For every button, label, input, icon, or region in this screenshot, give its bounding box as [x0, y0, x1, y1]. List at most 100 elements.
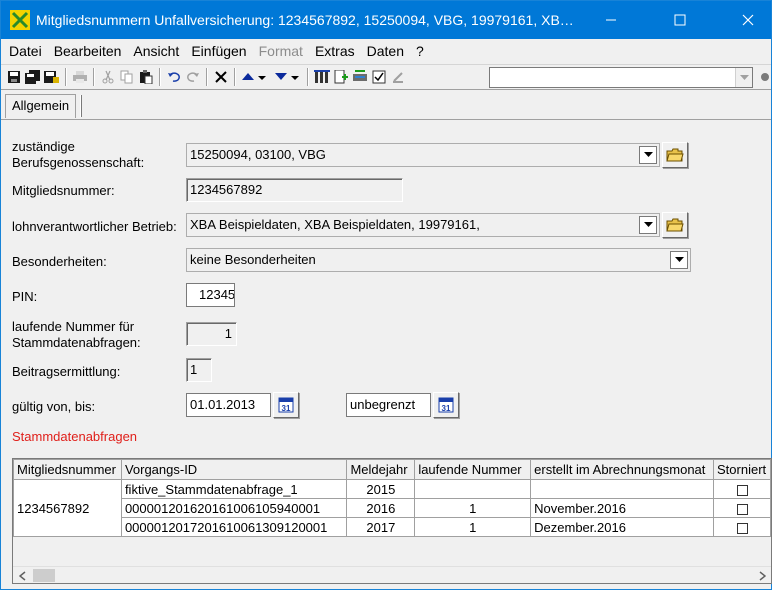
- toolbar-combobox-dropdown[interactable]: [735, 68, 752, 87]
- berufsgenossenschaft-value: 15250094, 03100, VBG: [190, 147, 326, 162]
- berufsgenossenschaft-dropdown[interactable]: [639, 146, 657, 164]
- mitgliedsnummer-label: Mitgliedsnummer:: [12, 183, 115, 198]
- save-all-button[interactable]: [23, 67, 42, 87]
- undo-button[interactable]: [164, 67, 183, 87]
- title-bar: Mitgliedsnummern Unfallversicherung: 123…: [1, 1, 771, 39]
- gueltig-von-calendar-button[interactable]: 31: [273, 392, 299, 418]
- menu-daten[interactable]: Daten: [361, 40, 410, 62]
- storniert-checkbox[interactable]: [736, 522, 748, 534]
- gueltig-bis-calendar-button[interactable]: 31: [433, 392, 459, 418]
- menu-einfuegen[interactable]: Einfügen: [185, 40, 252, 62]
- sign-button[interactable]: [388, 67, 407, 87]
- column-header-laufende-nummer[interactable]: laufende Nummer: [414, 459, 532, 480]
- storniert-checkbox[interactable]: [736, 484, 748, 496]
- cell-meldejahr[interactable]: 2016: [346, 498, 416, 518]
- cell-abrechnungsmonat[interactable]: [530, 479, 714, 499]
- toolbar-combobox[interactable]: [489, 67, 753, 88]
- table-row[interactable]: 000001201720161006130912000​1 2017 1 Dez…: [14, 517, 771, 537]
- scroll-right-button[interactable]: [755, 569, 769, 582]
- berufsgenossenschaft-browse-button[interactable]: [662, 142, 688, 168]
- check-button[interactable]: [369, 67, 388, 87]
- cell-meldejahr[interactable]: 2017: [346, 517, 416, 537]
- minimize-button[interactable]: [588, 1, 634, 39]
- send-button[interactable]: [350, 67, 369, 87]
- horizontal-scrollbar[interactable]: [13, 566, 771, 583]
- menu-datei[interactable]: Datei: [3, 40, 48, 62]
- column-header-storniert[interactable]: Storniert: [713, 459, 771, 480]
- stammdatenabfragen-title: Stammdatenabfragen: [12, 429, 138, 444]
- save-close-button[interactable]: [42, 67, 61, 87]
- paste-button[interactable]: [136, 67, 155, 87]
- pin-value: 12345: [199, 287, 235, 302]
- scroll-thumb[interactable]: [33, 569, 55, 582]
- besonderheiten-label: Besonderheiten:: [12, 254, 107, 269]
- storniert-checkbox[interactable]: [736, 503, 748, 515]
- gueltig-label: gültig von, bis:: [12, 399, 96, 414]
- next-record-button[interactable]: [269, 67, 303, 87]
- betrieb-dropdown[interactable]: [639, 216, 657, 234]
- previous-record-button[interactable]: [239, 67, 269, 87]
- toolbar-grip[interactable]: [761, 73, 769, 81]
- gueltig-von-input[interactable]: 01.01.2013: [186, 393, 271, 417]
- archive-button[interactable]: [312, 67, 331, 87]
- menu-bearbeiten[interactable]: Bearbeiten: [48, 40, 128, 62]
- scroll-left-button[interactable]: [15, 569, 29, 582]
- menu-ansicht[interactable]: Ansicht: [127, 40, 185, 62]
- toolbar-separator: [234, 68, 235, 86]
- berufsgenossenschaft-select[interactable]: 15250094, 03100, VBG: [186, 143, 660, 167]
- gueltig-bis-input[interactable]: unbegrenzt: [346, 393, 431, 417]
- table-row[interactable]: 1234567892 fiktive_Stammdatenabfrage_1 2…: [13, 479, 771, 537]
- save-close-icon: [43, 71, 59, 83]
- table-row[interactable]: 000001201620161006105940001 2016 1 Novem…: [14, 498, 771, 518]
- cell-vorgangs-id[interactable]: 000001201720161006130912000​1: [120, 517, 348, 537]
- new-document-button[interactable]: [331, 67, 350, 87]
- menu-format[interactable]: Format: [253, 40, 309, 62]
- cell-laufende-nummer[interactable]: 1: [414, 517, 532, 537]
- cell-vorgangs-id[interactable]: fiktive_Stammdatenabfrage_1: [120, 479, 348, 499]
- delete-button[interactable]: [211, 67, 230, 87]
- column-header-meldejahr[interactable]: Meldejahr: [346, 459, 416, 480]
- tab-allgemein[interactable]: Allgemein: [5, 94, 77, 118]
- cell-laufende-nummer[interactable]: [414, 479, 532, 499]
- minimize-icon: [606, 19, 616, 21]
- close-icon: [742, 14, 754, 26]
- cell-mitgliedsnummer[interactable]: 1234567892: [13, 479, 122, 537]
- columns-icon: [313, 70, 330, 83]
- cell-meldejahr[interactable]: 2015: [346, 479, 416, 499]
- tab-separator: [80, 95, 82, 117]
- cell-storniert: [713, 498, 771, 518]
- betrieb-select[interactable]: XBA Beispieldaten, XBA Beispieldaten, 19…: [186, 213, 660, 237]
- column-header-abrechnungsmonat[interactable]: erstellt im Abrechnungsmonat: [530, 459, 714, 480]
- grid-header-row: Mitgliedsnummer Vorgangs-ID Meldejahr la…: [13, 459, 771, 480]
- drive-icon: [352, 70, 367, 81]
- tab-strip: Allgemein: [1, 91, 771, 119]
- cut-button[interactable]: [98, 67, 117, 87]
- berufsgenossenschaft-label: zuständige Berufsgenossenschaft:: [12, 139, 144, 171]
- beitragsermittlung-label: Beitragsermittlung:: [12, 364, 121, 379]
- betrieb-browse-button[interactable]: [662, 212, 688, 238]
- toolbar-separator: [159, 68, 160, 86]
- copy-icon: [120, 70, 132, 84]
- stammdatenabfragen-grid[interactable]: Mitgliedsnummer Vorgangs-ID Meldejahr la…: [12, 458, 772, 584]
- column-header-vorgangs-id[interactable]: Vorgangs-ID: [120, 459, 348, 480]
- toolbar: [1, 64, 771, 90]
- chevron-right-icon: [759, 570, 766, 581]
- close-button[interactable]: [725, 1, 771, 39]
- cell-abrechnungsmonat[interactable]: Dezember.2016: [530, 517, 714, 537]
- menu-help[interactable]: ?: [410, 40, 430, 62]
- cell-vorgangs-id[interactable]: 000001201620161006105940001: [120, 498, 348, 518]
- maximize-button[interactable]: [657, 1, 703, 39]
- save-all-icon: [24, 70, 40, 84]
- besonderheiten-select[interactable]: keine Besonderheiten: [186, 248, 691, 272]
- delete-icon: [214, 71, 227, 83]
- print-button[interactable]: [70, 67, 89, 87]
- besonderheiten-dropdown[interactable]: [670, 251, 688, 269]
- cell-laufende-nummer[interactable]: 1: [414, 498, 532, 518]
- redo-button[interactable]: [183, 67, 202, 87]
- pin-input[interactable]: 12345: [186, 283, 235, 307]
- copy-button[interactable]: [117, 67, 136, 87]
- cell-abrechnungsmonat[interactable]: November.2016: [530, 498, 714, 518]
- menu-extras[interactable]: Extras: [309, 40, 361, 62]
- column-header-mitgliedsnummer[interactable]: Mitgliedsnummer: [13, 459, 122, 480]
- save-button[interactable]: [4, 67, 23, 87]
